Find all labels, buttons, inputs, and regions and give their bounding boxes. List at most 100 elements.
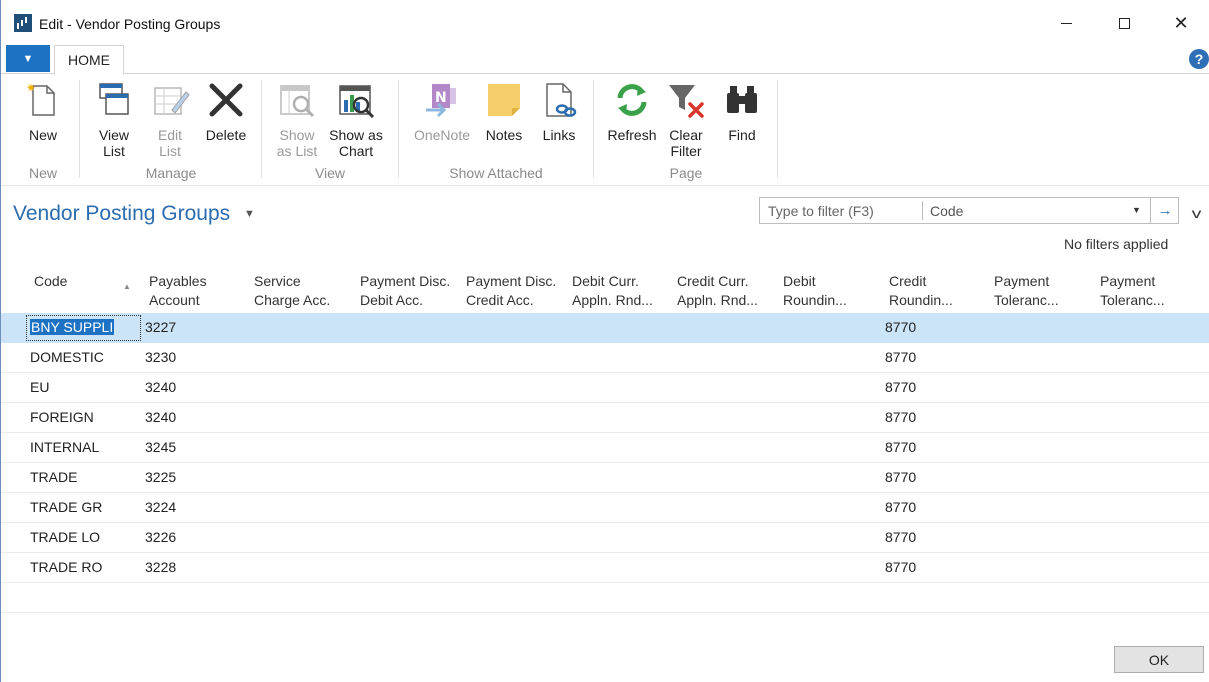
delete-button[interactable]: Delete [203, 80, 249, 143]
group-label-manage: Manage [145, 165, 197, 181]
column-header-payables-account[interactable]: Payables Account [149, 272, 207, 310]
chevron-down-icon[interactable]: ▼ [1132, 205, 1141, 215]
cell-credit-rounding[interactable]: 8770 [885, 469, 916, 485]
column-header-payment-tolerance-1[interactable]: Payment Toleranc... [994, 272, 1059, 310]
column-header-debit-curr-appln[interactable]: Debit Curr. Appln. Rnd... [572, 272, 653, 310]
binoculars-icon [722, 80, 762, 120]
help-icon[interactable]: ? [1189, 49, 1209, 69]
cell-code[interactable]: TRADE LO [30, 529, 100, 545]
table-row[interactable]: INTERNAL 3245 8770 [1, 433, 1209, 463]
cell-payables-account[interactable]: 3240 [145, 409, 176, 425]
onenote-button[interactable]: N OneNote [411, 80, 473, 143]
cell-credit-rounding[interactable]: 8770 [885, 349, 916, 365]
filter-input[interactable] [760, 198, 922, 223]
table-row-empty[interactable] [1, 583, 1209, 613]
maximize-icon [1118, 17, 1130, 29]
show-as-chart-button[interactable]: Show as Chart [327, 80, 385, 159]
cell-code[interactable]: TRADE GR [30, 499, 102, 515]
cell-payables-account[interactable]: 3245 [145, 439, 176, 455]
column-header-payment-disc-debit[interactable]: Payment Disc. Debit Acc. [360, 272, 450, 310]
refresh-button[interactable]: Refresh [605, 80, 659, 143]
table-row[interactable]: BNY SUPPLI 3227 8770 [1, 313, 1209, 343]
cell-credit-rounding[interactable]: 8770 [885, 409, 916, 425]
tab-home[interactable]: HOME [54, 45, 124, 75]
filter-field-select[interactable]: Code [930, 203, 963, 219]
cell-payables-account[interactable]: 3226 [145, 529, 176, 545]
edit-list-icon [150, 80, 190, 120]
column-header-payment-disc-credit[interactable]: Payment Disc. Credit Acc. [466, 272, 556, 310]
group-label-page: Page [669, 165, 703, 181]
minimize-icon [1060, 22, 1072, 24]
cell-payables-account[interactable]: 3224 [145, 499, 176, 515]
clear-filter-icon [666, 80, 706, 120]
close-button[interactable]: ✕ [1161, 8, 1201, 38]
cell-payables-account[interactable]: 3225 [145, 469, 176, 485]
ribbon-separator [777, 80, 778, 178]
cell-credit-rounding[interactable]: 8770 [885, 559, 916, 575]
notes-icon [484, 80, 524, 120]
table-row[interactable]: EU 3240 8770 [1, 373, 1209, 403]
file-menu-button[interactable]: ▼ [6, 45, 50, 72]
column-header-credit-curr-appln[interactable]: Credit Curr. Appln. Rnd... [677, 272, 758, 310]
view-list-button[interactable]: View List [93, 80, 135, 159]
title-bar: Edit - Vendor Posting Groups ✕ [1, 0, 1209, 44]
svg-text:✷: ✷ [26, 81, 36, 95]
delete-x-icon [206, 80, 246, 120]
close-icon: ✕ [1173, 12, 1189, 33]
notes-button[interactable]: Notes [481, 80, 527, 143]
show-as-list-button[interactable]: Show as List [275, 80, 319, 159]
cell-code[interactable]: INTERNAL [30, 439, 99, 455]
table-row[interactable]: DOMESTIC 3230 8770 [1, 343, 1209, 373]
cell-credit-rounding[interactable]: 8770 [885, 319, 916, 335]
group-label-show-attached: Show Attached [449, 165, 543, 181]
column-header-credit-rounding[interactable]: Credit Roundin... [889, 272, 953, 310]
cell-credit-rounding[interactable]: 8770 [885, 439, 916, 455]
collapse-chevron-icon[interactable]: v [1192, 205, 1202, 221]
column-header-service-charge-acc[interactable]: Service Charge Acc. [254, 272, 330, 310]
column-header-code[interactable]: Code [34, 272, 67, 291]
sort-ascending-icon: ▲ [123, 282, 131, 291]
cell-credit-rounding[interactable]: 8770 [885, 379, 916, 395]
cell-payables-account[interactable]: 3228 [145, 559, 176, 575]
filter-box: Code ▼ → [759, 197, 1179, 224]
clear-filter-button[interactable]: Clear Filter [665, 80, 707, 159]
table-row[interactable]: TRADE LO 3226 8770 [1, 523, 1209, 553]
column-header-debit-rounding[interactable]: Debit Roundin... [783, 272, 847, 310]
chevron-down-icon: ▼ [22, 52, 34, 65]
cell-credit-rounding[interactable]: 8770 [885, 499, 916, 515]
cell-code[interactable]: TRADE [30, 469, 77, 485]
column-header-payment-tolerance-2[interactable]: Payment Toleranc... [1100, 272, 1165, 310]
filter-go-button[interactable]: → [1150, 198, 1179, 223]
edit-list-button[interactable]: Edit List [149, 80, 191, 159]
ok-button[interactable]: OK [1114, 646, 1204, 673]
table-row[interactable]: TRADE GR 3224 8770 [1, 493, 1209, 523]
app-icon [14, 14, 32, 32]
svg-text:N: N [435, 90, 447, 106]
cell-code[interactable]: TRADE RO [30, 559, 102, 575]
table-row[interactable]: FOREIGN 3240 8770 [1, 403, 1209, 433]
cell-code[interactable]: BNY SUPPLI [30, 319, 115, 335]
find-button[interactable]: Find [721, 80, 763, 143]
new-document-icon: ✷ [23, 80, 63, 120]
new-button[interactable]: ✷ New [23, 80, 63, 143]
table-row[interactable]: TRADE RO 3228 8770 [1, 553, 1209, 583]
links-icon [539, 80, 579, 120]
cell-payables-account[interactable]: 3230 [145, 349, 176, 365]
grid-header: Code Payables Account Service Charge Acc. … [1, 266, 1209, 312]
show-as-chart-icon [336, 80, 376, 120]
cell-credit-rounding[interactable]: 8770 [885, 529, 916, 545]
table-row[interactable]: TRADE 3225 8770 [1, 463, 1209, 493]
links-button[interactable]: Links [537, 80, 581, 143]
ribbon-separator [261, 80, 262, 178]
maximize-button[interactable] [1104, 8, 1144, 38]
page-title[interactable]: Vendor Posting Groups [13, 202, 230, 226]
refresh-icon [612, 80, 652, 120]
cell-code[interactable]: FOREIGN [30, 409, 94, 425]
cell-code[interactable]: DOMESTIC [30, 349, 104, 365]
cell-payables-account[interactable]: 3227 [145, 319, 176, 335]
cell-payables-account[interactable]: 3240 [145, 379, 176, 395]
chevron-down-icon[interactable]: ▼ [244, 208, 255, 220]
filter-status: No filters applied [1064, 236, 1169, 252]
minimize-button[interactable] [1046, 8, 1086, 38]
cell-code[interactable]: EU [30, 379, 49, 395]
